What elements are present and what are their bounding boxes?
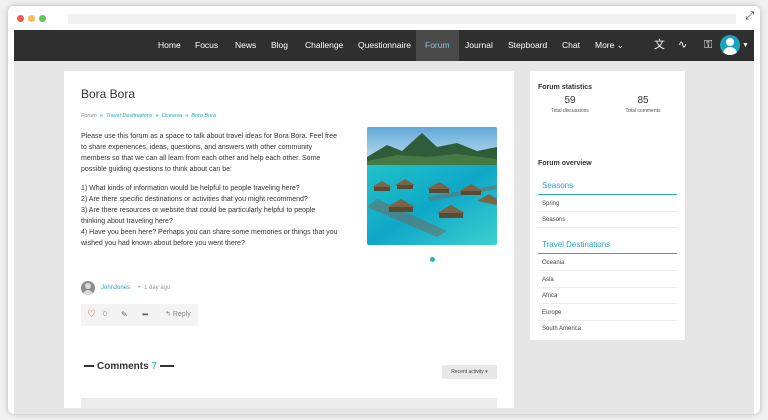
reply-button[interactable]: ↰ Reply <box>165 304 191 326</box>
sort-dropdown[interactable]: Recent activity ▾ <box>442 365 497 379</box>
nav-item-home[interactable]: Home <box>158 30 181 61</box>
carousel-indicator[interactable] <box>430 257 435 262</box>
post-intro: Please use this forum as a space to talk… <box>81 133 338 173</box>
total-discussions-label: Total discussions <box>551 108 589 114</box>
stats-heading: Forum statistics <box>538 84 593 91</box>
breadcrumb: Forum» Travel Destinations» Oceania» Bora B… <box>81 113 217 119</box>
close-window-button[interactable] <box>17 15 24 22</box>
question-1: 1) What kinds of information would be he… <box>81 185 300 192</box>
breadcrumb-oceania[interactable]: Oceania <box>162 113 183 119</box>
question-3: 3) Are there resources or website that c… <box>81 207 316 225</box>
comment-input-area[interactable] <box>81 398 497 408</box>
total-comments-value: 85 <box>637 95 649 106</box>
more-options-icon[interactable]: ••• <box>142 304 148 326</box>
fullscreen-icon[interactable]: ⤢ <box>745 10 754 23</box>
post-actions: ♡ 0 ✎ ••• ↰ Reply <box>81 304 198 326</box>
like-count: 0 <box>103 311 107 318</box>
subforum-seasons[interactable]: Seasons <box>538 214 677 228</box>
subforum-asia[interactable]: Asia <box>538 274 677 288</box>
comments-count: 7 <box>151 361 158 372</box>
comments-heading: Comments 7 <box>81 361 177 375</box>
subforum-europe[interactable]: Europe <box>538 307 677 321</box>
maximize-window-button[interactable] <box>39 15 46 22</box>
nav-item-blog[interactable]: Blog <box>271 30 288 61</box>
comments-label: Comments <box>97 361 149 372</box>
nav-more-label: More <box>595 40 615 50</box>
category-travel-destinations[interactable]: Travel Destinations <box>538 240 677 254</box>
subforum-africa[interactable]: Africa <box>538 290 677 304</box>
chevron-down-icon: ⌄ <box>616 40 624 50</box>
reply-arrow-icon: ↰ <box>165 311 171 318</box>
bora-bora-photo[interactable] <box>367 127 497 245</box>
overview-heading: Forum overview <box>538 160 592 167</box>
nav-item-questionnaire[interactable]: Questionnaire <box>358 30 411 61</box>
reply-label: Reply <box>172 311 191 318</box>
post-body: Please use this forum as a space to talk… <box>81 131 341 249</box>
breadcrumb-current: Bora Bora <box>191 113 217 119</box>
breadcrumb-forum[interactable]: Forum <box>81 113 97 119</box>
nav-item-focus[interactable]: Focus <box>195 30 218 61</box>
window-chrome: ⤢ <box>8 6 760 30</box>
author-name-link[interactable]: JohnJones <box>101 285 130 291</box>
forum-post-card: Bora Bora Forum» Travel Destinations» Ocea… <box>64 71 514 408</box>
total-discussions-value: 59 <box>564 95 576 106</box>
top-navigation: Home Focus News Blog Challenge Questionn… <box>14 30 754 61</box>
question-2: 2) Are there specific destinations or ac… <box>81 196 308 203</box>
question-4: 4) Have you been here? Perhaps you can s… <box>81 229 338 247</box>
nav-more-menu[interactable]: More ⌄ <box>595 30 624 61</box>
avatar[interactable] <box>81 281 95 295</box>
total-comments-label: Total comments <box>625 108 661 114</box>
subforum-south-america[interactable]: South America <box>538 323 677 337</box>
pencil-icon[interactable]: ✎ <box>121 304 128 326</box>
breadcrumb-travel-destinations[interactable]: Travel Destinations <box>106 113 153 119</box>
nav-item-forum[interactable]: Forum <box>416 30 459 61</box>
post-timestamp: 1 day ago <box>144 285 171 291</box>
stat-total-comments: 85 Total comments <box>608 95 678 114</box>
heart-icon[interactable]: ♡ <box>87 304 96 326</box>
category-seasons[interactable]: Seasons <box>538 181 677 195</box>
stat-total-discussions: 59 Total discussions <box>535 95 605 114</box>
key-icon[interactable]: ⚿ <box>704 30 712 61</box>
address-bar[interactable] <box>68 14 736 24</box>
wave-icon[interactable]: ∿ <box>678 30 687 61</box>
nav-item-chat[interactable]: Chat <box>562 30 580 61</box>
nav-item-stepboard[interactable]: Stepboard <box>508 30 547 61</box>
nav-item-news[interactable]: News <box>235 30 256 61</box>
subforum-spring[interactable]: Spring <box>538 198 677 212</box>
translate-icon[interactable]: 文 <box>654 30 665 61</box>
nav-item-challenge[interactable]: Challenge <box>305 30 343 61</box>
subforum-oceania[interactable]: Oceania <box>538 257 677 271</box>
page-title: Bora Bora <box>81 87 136 101</box>
user-avatar-icon[interactable] <box>720 35 740 55</box>
forum-sidebar: Forum statistics 59 Total discussions 85… <box>530 71 685 340</box>
minimize-window-button[interactable] <box>28 15 35 22</box>
nav-item-journal[interactable]: Journal <box>465 30 493 61</box>
separator-dot: • <box>138 285 141 291</box>
avatar-chevron-down-icon[interactable]: ▼ <box>742 30 749 61</box>
